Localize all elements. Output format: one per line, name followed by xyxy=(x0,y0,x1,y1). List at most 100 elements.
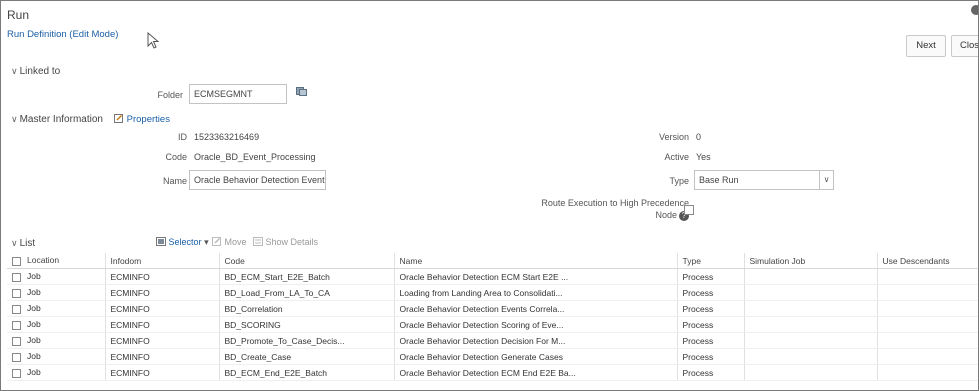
column-header-location[interactable]: Location xyxy=(7,253,105,269)
row-type: Process xyxy=(676,332,744,349)
table-row[interactable]: Job ECMINFO BD_SCORING Oracle Behavior D… xyxy=(7,316,978,333)
active-label: Active xyxy=(664,152,689,162)
row-infodom: ECMINFO xyxy=(104,332,219,349)
row-use-descendants[interactable] xyxy=(876,348,978,365)
route-execution-label-line1: Route Execution to High Precedence xyxy=(541,198,689,208)
column-header-code[interactable]: Code xyxy=(218,253,394,269)
row-type: Process xyxy=(676,316,744,333)
type-select[interactable]: Base Run ∨ xyxy=(694,170,834,190)
row-simulation-job[interactable] xyxy=(743,268,877,285)
linked-to-section-header[interactable]: ∨ Linked to xyxy=(11,66,60,77)
run-list-table: Location Infodom Code Name Type Simulati… xyxy=(7,253,978,381)
table-row[interactable]: Job ECMINFO BD_ECM_End_E2E_Batch Oracle … xyxy=(7,364,978,381)
chevron-down-icon: ∨ xyxy=(11,66,18,76)
chevron-down-icon[interactable]: ∨ xyxy=(819,171,833,189)
row-simulation-job[interactable] xyxy=(743,348,877,365)
move-icon xyxy=(212,237,221,246)
row-simulation-job[interactable] xyxy=(743,332,877,349)
column-header-infodom[interactable]: Infodom xyxy=(104,253,219,269)
mouse-cursor-icon xyxy=(147,32,160,49)
chevron-down-icon: ∨ xyxy=(11,114,18,124)
row-checkbox[interactable] xyxy=(12,336,21,346)
row-checkbox[interactable] xyxy=(12,304,21,314)
row-simulation-job[interactable] xyxy=(743,364,877,381)
row-simulation-job[interactable] xyxy=(743,316,877,333)
row-type: Process xyxy=(676,348,744,365)
list-section-header[interactable]: ∨ List xyxy=(11,238,35,249)
select-all-checkbox[interactable] xyxy=(12,256,21,266)
row-checkbox[interactable] xyxy=(12,352,21,362)
row-code: BD_Create_Case xyxy=(218,348,394,365)
name-field[interactable]: Oracle Behavior Detection Event Proce xyxy=(189,170,326,190)
properties-icon xyxy=(114,114,123,123)
row-use-descendants[interactable] xyxy=(876,364,978,381)
row-name: Oracle Behavior Detection ECM Start E2E … xyxy=(393,268,677,285)
row-code: BD_ECM_End_E2E_Batch xyxy=(218,364,394,381)
active-value: Yes xyxy=(696,152,711,162)
column-header-simulation-job[interactable]: Simulation Job xyxy=(743,253,877,269)
code-value: Oracle_BD_Event_Processing xyxy=(194,152,316,162)
table-header-row: Location Infodom Code Name Type Simulati… xyxy=(7,253,978,269)
row-location: Job xyxy=(27,287,41,298)
row-infodom: ECMINFO xyxy=(104,316,219,333)
properties-label: Properties xyxy=(126,114,170,125)
next-button[interactable]: Next xyxy=(906,35,946,57)
type-select-value: Base Run xyxy=(699,175,739,185)
row-use-descendants[interactable] xyxy=(876,284,978,301)
table-row[interactable]: Job ECMINFO BD_Load_From_LA_To_CA Loadin… xyxy=(7,284,978,301)
row-checkbox[interactable] xyxy=(12,320,21,330)
row-infodom: ECMINFO xyxy=(104,364,219,381)
column-header-name[interactable]: Name xyxy=(393,253,677,269)
master-information-section-header[interactable]: ∨ Master Information xyxy=(11,114,103,125)
row-checkbox[interactable] xyxy=(12,272,21,282)
folder-field[interactable]: ECMSEGMNT xyxy=(189,84,287,104)
row-name: Oracle Behavior Detection Decision For M… xyxy=(393,332,677,349)
row-location: Job xyxy=(27,367,41,378)
row-location: Job xyxy=(27,335,41,346)
row-simulation-job[interactable] xyxy=(743,300,877,317)
row-infodom: ECMINFO xyxy=(104,348,219,365)
row-name: Oracle Behavior Detection ECM End E2E Ba… xyxy=(393,364,677,381)
name-label: Name xyxy=(162,176,187,186)
row-checkbox[interactable] xyxy=(12,368,21,378)
table-row[interactable]: Job ECMINFO BD_ECM_Start_E2E_Batch Oracl… xyxy=(7,268,978,285)
page-title: Run xyxy=(7,8,30,22)
route-execution-label-line2: Node xyxy=(655,210,677,220)
row-type: Process xyxy=(676,300,744,317)
route-execution-checkbox[interactable] xyxy=(684,205,694,215)
move-label: Move xyxy=(224,237,247,247)
column-header-use-descendants[interactable]: Use Descendants xyxy=(876,253,978,269)
row-use-descendants[interactable] xyxy=(876,300,978,317)
caret-down-icon: ▾ xyxy=(204,237,209,247)
row-simulation-job[interactable] xyxy=(743,284,877,301)
row-location: Job xyxy=(27,319,41,330)
folder-browse-icon[interactable] xyxy=(296,86,307,96)
code-label: Code xyxy=(165,152,187,162)
row-type: Process xyxy=(676,284,744,301)
version-value: 0 xyxy=(696,132,702,142)
table-row[interactable]: Job ECMINFO BD_Correlation Oracle Behavi… xyxy=(7,300,978,317)
close-button[interactable]: Close xyxy=(951,35,978,57)
column-header-type[interactable]: Type xyxy=(676,253,744,269)
table-row[interactable]: Job ECMINFO BD_Create_Case Oracle Behavi… xyxy=(7,348,978,365)
row-use-descendants[interactable] xyxy=(876,332,978,349)
row-name: Oracle Behavior Detection Generate Cases xyxy=(393,348,677,365)
page-subtitle: Run Definition (Edit Mode) xyxy=(7,29,119,40)
move-button[interactable]: Move xyxy=(212,237,247,247)
row-location: Job xyxy=(27,351,41,362)
table-row[interactable]: Job ECMINFO BD_Promote_To_Case_Decis... … xyxy=(7,332,978,349)
properties-link[interactable]: Properties xyxy=(114,114,170,125)
row-checkbox[interactable] xyxy=(12,288,21,298)
selector-icon xyxy=(156,237,166,246)
help-icon[interactable] xyxy=(971,5,978,15)
row-code: BD_Correlation xyxy=(218,300,394,317)
show-details-button[interactable]: Show Details xyxy=(253,237,318,247)
row-code: BD_Promote_To_Case_Decis... xyxy=(218,332,394,349)
row-name: Oracle Behavior Detection Events Correla… xyxy=(393,300,677,317)
row-infodom: ECMINFO xyxy=(104,284,219,301)
row-use-descendants[interactable] xyxy=(876,316,978,333)
show-details-icon xyxy=(253,237,263,246)
id-value: 1523363216469 xyxy=(194,132,260,142)
selector-button[interactable]: Selector ▾ xyxy=(156,237,209,248)
row-use-descendants[interactable] xyxy=(876,268,978,285)
